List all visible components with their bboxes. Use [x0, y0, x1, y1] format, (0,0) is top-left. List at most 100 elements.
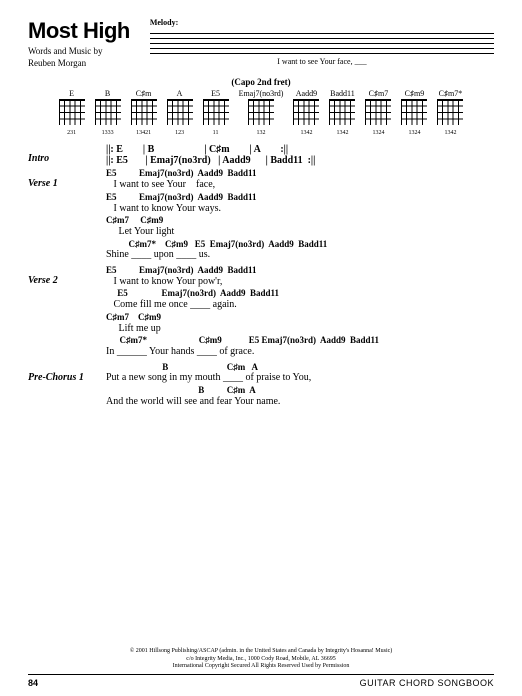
- chord-fingering: 132: [239, 130, 284, 136]
- chord-fingering: 1342: [293, 130, 319, 136]
- chord-grid: [437, 99, 463, 125]
- chord-grid: [95, 99, 121, 125]
- chord-line: B C♯m A: [106, 386, 494, 396]
- page-number: 84: [28, 678, 38, 688]
- capo-note: (Capo 2nd fret): [28, 77, 494, 87]
- chord-grid: [329, 99, 355, 125]
- chord-fingering: 1342: [329, 130, 355, 136]
- lyric-text: Lift me up: [106, 323, 494, 335]
- chord-grid: [293, 99, 319, 125]
- chord-chart: E5 11: [203, 89, 229, 136]
- section-label-prechorus1: Pre-Chorus 1: [28, 363, 106, 410]
- copyright-line: © 2001 Hillsong Publishing/ASCAP (admin.…: [28, 648, 494, 655]
- chord-line: C♯m7* C♯m9 E5 Emaj7(no3rd) Aadd9 Badd11: [106, 240, 494, 250]
- chord-chart: Aadd9 1342: [293, 89, 319, 136]
- lyric-text: Put a new song in my mouth ____ of prais…: [106, 372, 494, 384]
- melody-lyric: I want to see Your face, ___: [150, 57, 494, 66]
- section-label-verse2: Verse 2: [28, 266, 106, 360]
- book-title: GUITAR CHORD SONGBOOK: [360, 678, 494, 688]
- chord-chart: B 1333: [95, 89, 121, 136]
- byline-label: Words and Music by: [28, 46, 103, 56]
- lyric-text: Shine ____ upon ____ us.: [106, 249, 494, 261]
- lyric-text: And the world will see and fear Your nam…: [106, 396, 494, 408]
- chord-line: C♯m7 C♯m9: [106, 216, 494, 226]
- byline-author: Reuben Morgan: [28, 58, 86, 68]
- lyric-line: C♯m7* C♯m9 E5 Emaj7(no3rd) Aadd9 Badd11I…: [106, 336, 494, 357]
- byline: Words and Music by Reuben Morgan: [28, 46, 130, 69]
- chord-fingering: 1324: [401, 130, 427, 136]
- chord-grid: [131, 99, 157, 125]
- chord-charts: E 231 B 1333 C♯m 13421 A 123 E5 11 Emaj7(no3rd) 132…: [58, 89, 464, 136]
- chord-line: C♯m7 C♯m9: [106, 313, 494, 323]
- lyric-line: B C♯m APut a new song in my mouth ____ o…: [106, 363, 494, 384]
- lyric-line: E5 Emaj7(no3rd) Aadd9 Badd11 I want to s…: [106, 169, 494, 190]
- verse1-content: E5 Emaj7(no3rd) Aadd9 Badd11 I want to s…: [106, 169, 494, 263]
- chord-grid: [203, 99, 229, 125]
- lyric-line: C♯m7* C♯m9 E5 Emaj7(no3rd) Aadd9 Badd11S…: [106, 240, 494, 261]
- section-label-verse1: Verse 1: [28, 169, 106, 263]
- chord-grid: [248, 99, 274, 125]
- intro-line: ||: E | B | C♯m | A :||: [106, 144, 494, 155]
- verse2-content: E5 Emaj7(no3rd) Aadd9 Badd11 I want to k…: [106, 266, 494, 360]
- chord-grid: [365, 99, 391, 125]
- lyric-text: I want to see Your face,: [106, 179, 494, 191]
- chord-grid: [167, 99, 193, 125]
- lyric-text: Let Your light: [106, 226, 494, 238]
- chord-name: C♯m9: [401, 89, 427, 98]
- lyric-text: In ______ Your hands ____ of grace.: [106, 346, 494, 358]
- melody-staff: [150, 29, 494, 55]
- chord-line: B C♯m A: [106, 363, 494, 373]
- chord-name: C♯m: [131, 89, 157, 98]
- chord-fingering: 13421: [131, 130, 157, 136]
- lyric-text: I want to know Your pow'r,: [106, 276, 494, 288]
- chord-chart: A 123: [167, 89, 193, 136]
- chord-fingering: 1324: [365, 130, 391, 136]
- lyric-line: E5 Emaj7(no3rd) Aadd9 Badd11 I want to k…: [106, 193, 494, 214]
- prechorus1-content: B C♯m APut a new song in my mouth ____ o…: [106, 363, 494, 410]
- chord-chart: Emaj7(no3rd) 132: [239, 89, 284, 136]
- song-title: Most High: [28, 18, 130, 44]
- lyric-text: Come fill me once ____ again.: [106, 299, 494, 311]
- copyright-line: International Copyright Secured All Righ…: [28, 663, 494, 670]
- chord-name: E5: [203, 89, 229, 98]
- chord-fingering: 11: [203, 130, 229, 136]
- lyric-line: C♯m7 C♯m9 Lift me up: [106, 313, 494, 334]
- chord-name: A: [167, 89, 193, 98]
- chord-chart: C♯m 13421: [131, 89, 157, 136]
- lyric-line: E5 Emaj7(no3rd) Aadd9 Badd11 I want to k…: [106, 266, 494, 287]
- chord-line: C♯m7* C♯m9 E5 Emaj7(no3rd) Aadd9 Badd11: [106, 336, 494, 346]
- chord-name: B: [95, 89, 121, 98]
- copyright: © 2001 Hillsong Publishing/ASCAP (admin.…: [28, 648, 494, 670]
- lyric-line: C♯m7 C♯m9 Let Your light: [106, 216, 494, 237]
- chord-chart: E 231: [59, 89, 85, 136]
- footer: 84 GUITAR CHORD SONGBOOK: [28, 674, 494, 688]
- chord-grid: [401, 99, 427, 125]
- chord-name: E: [59, 89, 85, 98]
- chord-line: E5 Emaj7(no3rd) Aadd9 Badd11: [106, 169, 494, 179]
- section-label-intro: Intro: [28, 144, 106, 166]
- lyric-line: B C♯m AAnd the world will see and fear Y…: [106, 386, 494, 407]
- lyric-line: E5 Emaj7(no3rd) Aadd9 Badd11 Come fill m…: [106, 289, 494, 310]
- chord-fingering: 1333: [95, 130, 121, 136]
- chord-name: C♯m7: [365, 89, 391, 98]
- chord-chart: C♯m7* 1342: [437, 89, 463, 136]
- copyright-line: c/o Integrity Media, Inc., 1000 Cody Roa…: [28, 656, 494, 663]
- chord-name: Badd11: [329, 89, 355, 98]
- intro-line: ||: E5 | Emaj7(no3rd) | Aadd9 | Badd11 :…: [106, 155, 494, 166]
- lyric-text: I want to know Your ways.: [106, 203, 494, 215]
- chord-fingering: 231: [59, 130, 85, 136]
- melody-label: Melody:: [150, 18, 494, 27]
- chord-line: E5 Emaj7(no3rd) Aadd9 Badd11: [106, 289, 494, 299]
- intro-content: ||: E | B | C♯m | A :||||: E5 | Emaj7(no…: [106, 144, 494, 166]
- chord-chart: C♯m7 1324: [365, 89, 391, 136]
- chord-line: E5 Emaj7(no3rd) Aadd9 Badd11: [106, 266, 494, 276]
- chord-chart: Badd11 1342: [329, 89, 355, 136]
- chord-fingering: 123: [167, 130, 193, 136]
- chord-fingering: 1342: [437, 130, 463, 136]
- chord-line: E5 Emaj7(no3rd) Aadd9 Badd11: [106, 193, 494, 203]
- chord-grid: [59, 99, 85, 125]
- chord-name: Aadd9: [293, 89, 319, 98]
- chord-name: C♯m7*: [437, 89, 463, 98]
- chord-name: Emaj7(no3rd): [239, 89, 284, 98]
- chord-chart: C♯m9 1324: [401, 89, 427, 136]
